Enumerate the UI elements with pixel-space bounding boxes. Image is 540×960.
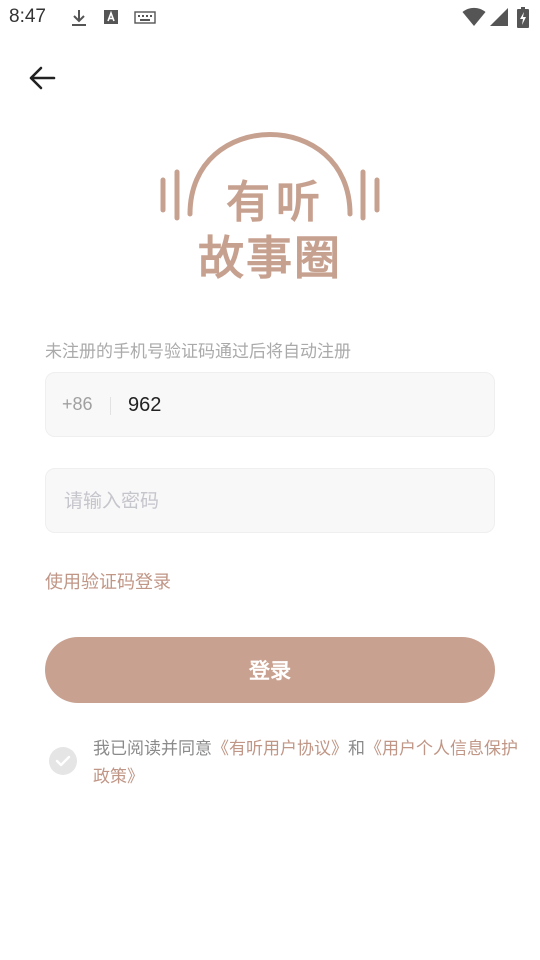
user-agreement-link[interactable]: 《有听用户协议》 <box>212 739 348 759</box>
wifi-icon <box>462 7 486 26</box>
agree-checkbox[interactable] <box>49 747 77 775</box>
download-icon <box>72 10 86 26</box>
status-time: 8:47 <box>9 6 46 27</box>
country-code[interactable]: +86 <box>62 394 93 415</box>
agreement-middle: 和 <box>348 739 365 759</box>
password-input[interactable] <box>64 483 474 519</box>
phone-input[interactable] <box>128 387 478 423</box>
check-icon <box>55 755 71 767</box>
login-button[interactable]: 登录 <box>45 637 495 703</box>
logo-title-line1: 有听 <box>226 177 326 228</box>
phone-field: +86 <box>45 372 495 437</box>
status-bar: 8:47 <box>0 0 540 36</box>
back-button[interactable] <box>24 60 60 96</box>
agreement-text: 我已阅读并同意《有听用户协议》和《用户个人信息保护政策》 <box>93 735 518 791</box>
logo-title-line2: 故事圈 <box>198 231 342 285</box>
agreement-prefix: 我已阅读并同意 <box>93 739 212 759</box>
app-logo: 有听 故事圈 <box>158 118 382 285</box>
code-login-link[interactable]: 使用验证码登录 <box>45 568 171 594</box>
text-a-icon <box>104 10 118 24</box>
register-hint: 未注册的手机号验证码通过后将自动注册 <box>45 342 351 362</box>
cell-signal-icon <box>490 8 508 26</box>
battery-charging-icon <box>517 7 529 28</box>
country-code-divider <box>110 397 111 415</box>
keyboard-icon <box>134 11 156 24</box>
arrow-left-icon <box>29 66 56 90</box>
password-field <box>45 468 495 533</box>
